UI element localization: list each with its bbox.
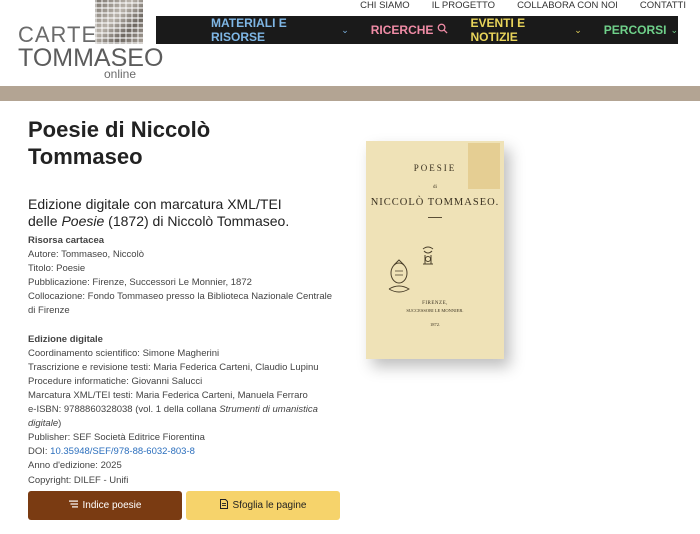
print-resource-heading: Risorsa cartacea: [28, 235, 105, 246]
eisbn-series-cont: digitale: [28, 418, 59, 430]
print-author: Autore: Tommaseo, Niccolò: [28, 249, 144, 261]
subtitle-line1: Edizione digitale con marcatura XML/TEI: [28, 196, 282, 212]
digital-procedures: Procedure informatiche: Giovanni Salucci: [28, 375, 203, 387]
eisbn-series: Strumenti di umanistica: [219, 404, 318, 416]
logo-mosaic-image: [95, 0, 143, 44]
digital-publisher: Publisher: SEF Società Editrice Fiorenti…: [28, 432, 205, 444]
doi-label: DOI:: [28, 446, 51, 458]
book-cover-image: POESIE di NICCOLÒ TOMMASEO. FIRENZE, SUC…: [366, 141, 504, 359]
digital-transcription: Trascrizione e revisione testi: Maria Fe…: [28, 361, 319, 373]
digital-coordination: Coordinamento scientifico: Simone Magher…: [28, 347, 220, 359]
chevron-down-icon: ⌄: [574, 24, 582, 35]
browse-pages-button[interactable]: Sfoglia le pagine: [186, 491, 340, 520]
print-location: Collocazione: Fondo Tommaseo presso la B…: [28, 291, 332, 303]
page-title-line2: Tommaseo: [28, 144, 143, 169]
subtitle-emphasis: Poesie: [61, 213, 105, 229]
nav-label: MATERIALI E RISORSE: [211, 16, 287, 44]
nav-percorsi[interactable]: PERCORSI ⌄: [604, 23, 678, 37]
page-subtitle: Edizione digitale con marcatura XML/TEI …: [28, 196, 328, 230]
print-title: Titolo: Poesie: [28, 263, 86, 275]
cover-rule: [428, 217, 442, 218]
index-poems-button[interactable]: Indice poesie: [28, 491, 182, 520]
site-logo[interactable]: CARTE TOMMASEO online: [18, 0, 163, 84]
edition-details: Risorsa cartacea Autore: Tommaseo, Nicco…: [28, 234, 343, 488]
eisbn-text: ): [58, 418, 62, 430]
print-publication: Pubblicazione: Firenze, Successori Le Mo…: [28, 277, 252, 289]
nav-eventi-e-notizie[interactable]: EVENTI E NOTIZIE ⌄: [470, 16, 581, 44]
top-link-il-progetto[interactable]: IL PROGETTO: [432, 0, 495, 14]
logo-text-online: online: [104, 67, 137, 81]
digital-markup: Marcatura XML/TEI testi: Maria Federica …: [28, 389, 308, 401]
doi-link[interactable]: 10.35948/SEF/978-88-6032-803-8: [50, 446, 195, 457]
nav-label: EVENTI E NOTIZIE: [470, 16, 526, 44]
subtitle-text: (1872) di Niccolò Tommaseo.: [104, 213, 290, 229]
cover-year: 1872.: [429, 322, 441, 327]
cover-author: NICCOLÒ TOMMASEO.: [370, 197, 500, 208]
nav-materiali-e-risorse[interactable]: MATERIALI E RISORSE ⌄: [211, 16, 349, 44]
digital-edition-heading: Edizione digitale: [28, 333, 103, 345]
digital-copyright: Copyright: DILEF - Unifi: [28, 474, 129, 486]
nav-label: PERCORSI: [603, 23, 667, 37]
page-title-line1: Poesie di Niccolò: [28, 117, 211, 142]
print-location-cont: di Firenze: [28, 305, 70, 317]
site-header: CARTE TOMMASEO online CHI SIAMO IL PROGE…: [0, 0, 700, 86]
top-links: CHI SIAMO IL PROGETTO COLLABORA CON NOI …: [360, 0, 686, 14]
top-link-collabora[interactable]: COLLABORA CON NOI: [517, 0, 618, 14]
monogram-stamp-icon: [422, 246, 434, 265]
top-link-chi-siamo[interactable]: CHI SIAMO: [360, 0, 410, 14]
subtitle-line2: delle Poesie (1872) di Niccolò Tommaseo.: [28, 213, 328, 230]
chevron-down-icon: ⌄: [341, 24, 349, 35]
digital-eisbn-cont: digitale): [28, 417, 343, 431]
cover-publisher: SUCCESSORI LE MONNIER.: [406, 308, 464, 313]
index-poems-label: Indice poesie: [82, 500, 142, 511]
chevron-down-icon: ⌄: [670, 24, 678, 35]
cover-di: di: [433, 185, 437, 190]
digital-year: Anno d'edizione: 2025: [28, 460, 122, 472]
logo-text-tommaseo: TOMMASEO: [18, 44, 164, 72]
header-band: [0, 86, 700, 101]
nav-ricerche[interactable]: RICERCHE: [371, 23, 449, 37]
cover-city: FIRENZE,: [422, 301, 448, 306]
eisbn-text: e-ISBN: 9788860328038 (vol. 1 della coll…: [28, 404, 220, 416]
cover-title: POESIE: [413, 163, 457, 173]
nav-label: RICERCHE: [370, 23, 434, 37]
digital-eisbn: e-ISBN: 9788860328038 (vol. 1 della coll…: [28, 403, 343, 417]
search-icon: [437, 23, 448, 37]
page-title: Poesie di Niccolò Tommaseo: [28, 116, 288, 170]
crest-stamp-icon: [388, 259, 410, 293]
digital-doi: DOI: 10.35948/SEF/978-88-6032-803-8: [28, 445, 343, 459]
top-link-contatti[interactable]: CONTATTI: [640, 0, 686, 14]
document-icon: [219, 499, 228, 512]
main-nav: MATERIALI E RISORSE ⌄ RICERCHE EVENTI E …: [156, 16, 678, 44]
browse-pages-label: Sfoglia le pagine: [232, 500, 307, 511]
subtitle-text: delle: [28, 213, 62, 229]
list-icon: [68, 500, 78, 511]
